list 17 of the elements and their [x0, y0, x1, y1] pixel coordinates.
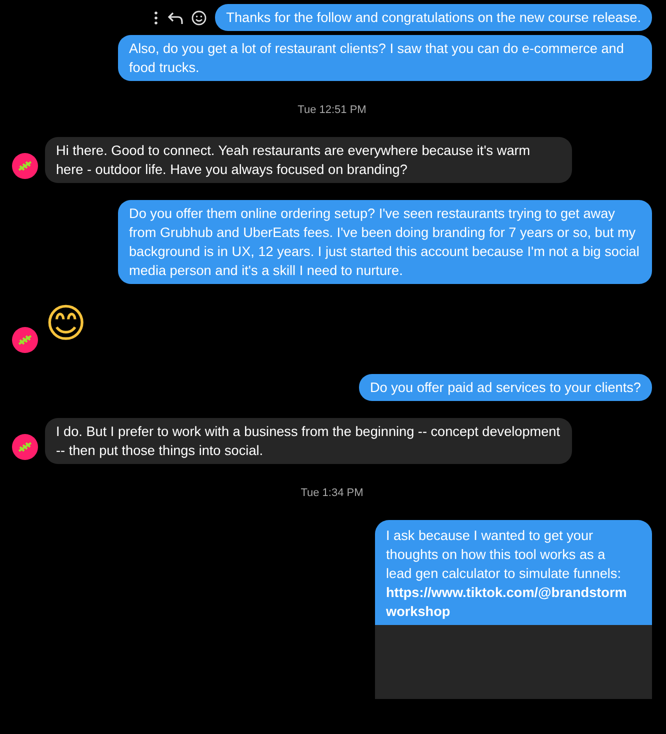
message-bubble: Hi there. Good to connect. Yeah restaurants are everywhere because it's warm here - outdoor life. Have you always focused on branding?: [45, 137, 572, 183]
message-bubble: Thanks for the follow and congratulations on the new course release.: [215, 4, 652, 31]
message-text: I ask because I wanted to get your thoughts on how this tool works as a lead gen calculator to simulate funnels:: [386, 527, 622, 583]
message-bubble: Do you offer them online ordering setup? I've seen restaurants trying to get away from Grubhub and UberEats fees. I've been doing branding for 7 years or so, but my background is in UX, 12 years. I just started this account because I'm not a big social media person and it's a skill I need to nurture.: [118, 200, 652, 284]
more-icon[interactable]: [153, 10, 160, 26]
avatar-icon: [12, 434, 38, 460]
message-bubble: I do. But I prefer to work with a business from the beginning -- concept development -- then put those things into social.: [45, 418, 572, 464]
emoji-message: 😊: [45, 301, 87, 347]
timestamp: Tue 1:34 PM: [300, 486, 364, 501]
reply-icon[interactable]: [167, 10, 184, 26]
emoji-reaction-icon[interactable]: [191, 10, 208, 26]
avatar-icon: [12, 327, 38, 353]
message-bubble: Also, do you get a lot of restaurant clients? I saw that you can do e-commerce and food trucks.: [118, 35, 652, 81]
timestamp: Tue 12:51 PM: [298, 103, 366, 118]
message-bubble: Do you offer paid ad services to your clients?: [358, 374, 652, 401]
message-link[interactable]: https://www.tiktok.com/@brandstorm workshop: [386, 583, 634, 621]
avatar-icon: [12, 153, 38, 179]
